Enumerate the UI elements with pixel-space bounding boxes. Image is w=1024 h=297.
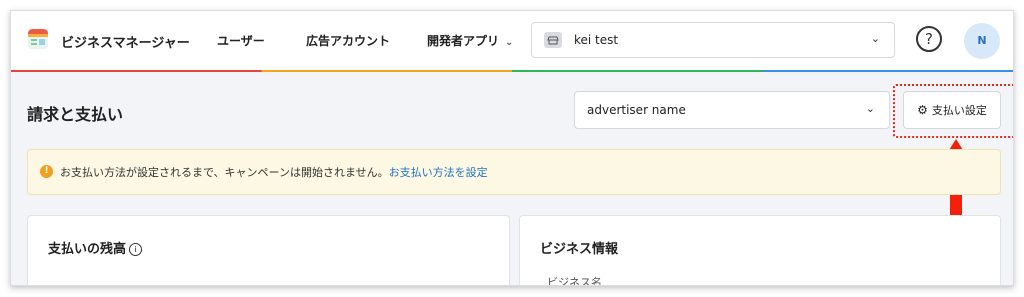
balance-card-title: 支払いの残高 i bbox=[48, 238, 143, 257]
set-payment-method-link[interactable]: お支払い方法を設定 bbox=[389, 166, 488, 179]
advertiser-select[interactable]: advertiser name ⌄ bbox=[574, 91, 890, 129]
help-icon[interactable]: ? bbox=[916, 26, 942, 52]
brand-name[interactable]: ビジネスマネージャー bbox=[61, 32, 190, 51]
business-info-card: ビジネス情報 ビジネス名 bbox=[519, 215, 1001, 286]
chevron-down-icon: ⌄ bbox=[505, 37, 514, 48]
page-title: 請求と支払い bbox=[27, 105, 124, 124]
header-color-bar bbox=[11, 70, 1013, 72]
chevron-down-icon: ⌄ bbox=[870, 32, 880, 45]
app-window: ビジネスマネージャー ユーザー 広告アカウント 開発者アプリ ⌄ kei test… bbox=[10, 10, 1014, 286]
chevron-down-icon: ⌄ bbox=[865, 102, 875, 115]
highlight-annotation bbox=[893, 84, 1013, 138]
business-info-title: ビジネス情報 bbox=[540, 242, 619, 257]
nav-developer-apps-label: 開発者アプリ bbox=[427, 34, 500, 48]
nav-ad-accounts-label: 広告アカウント bbox=[306, 34, 391, 48]
app-logo-icon bbox=[28, 29, 48, 49]
notice-message: お支払い方法が設定されるまで、キャンペーンは開始されません。お支払い方法を設定 bbox=[60, 164, 488, 180]
balance-title-text: 支払いの残高 bbox=[48, 242, 127, 257]
nav-users[interactable]: ユーザー bbox=[217, 32, 265, 49]
nav-developer-apps[interactable]: 開発者アプリ ⌄ bbox=[427, 32, 513, 49]
account-selector[interactable]: kei test ⌄ bbox=[531, 22, 895, 58]
notice-text: お支払い方法が設定されるまで、キャンペーンは開始されません。 bbox=[60, 166, 389, 179]
info-icon[interactable]: i bbox=[129, 243, 143, 256]
business-name-label: ビジネス名 bbox=[547, 276, 602, 286]
nav-users-label: ユーザー bbox=[217, 34, 265, 48]
nav-ad-accounts[interactable]: 広告アカウント bbox=[306, 32, 390, 49]
advertiser-select-label: advertiser name bbox=[587, 103, 686, 117]
store-icon bbox=[544, 32, 562, 48]
top-nav-bar: ビジネスマネージャー ユーザー 広告アカウント 開発者アプリ ⌄ kei test… bbox=[11, 11, 1013, 71]
avatar[interactable]: N bbox=[964, 23, 1000, 59]
warning-icon: ! bbox=[40, 165, 53, 178]
balance-card: 支払いの残高 i bbox=[27, 215, 510, 285]
payment-warning-notice: ! お支払い方法が設定されるまで、キャンペーンは開始されません。お支払い方法を設… bbox=[27, 149, 1001, 195]
account-selector-label: kei test bbox=[574, 33, 619, 47]
